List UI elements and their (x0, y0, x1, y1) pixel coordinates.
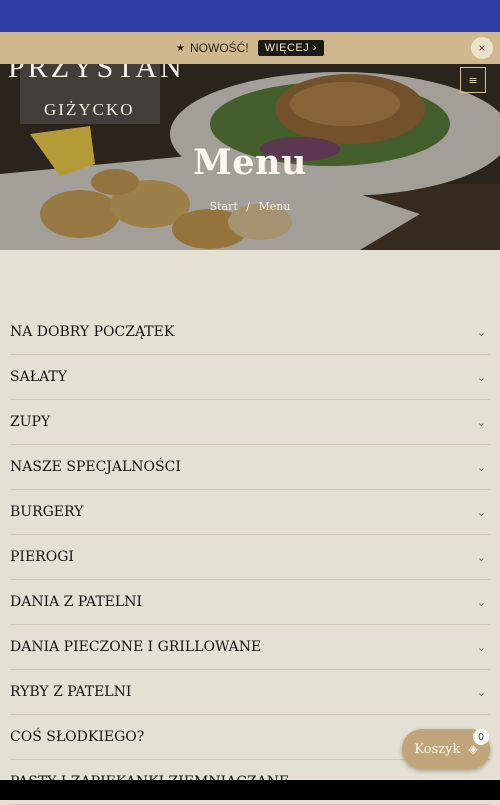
chevron-down-icon: ⌄ (476, 685, 486, 699)
arrow-right-icon: › (312, 42, 317, 54)
top-bar (0, 0, 500, 32)
menu-category-row[interactable]: RYBY Z PATELNI ⌄ (10, 670, 490, 715)
menu-category-label: BURGERY (10, 504, 84, 520)
menu-category-label: PIEROGI (10, 549, 74, 565)
menu-category-row[interactable]: DANIA PIECZONE I GRILLOWANE ⌄ (10, 625, 490, 670)
breadcrumb-start-link[interactable]: Start (210, 200, 238, 213)
menu-category-label: DANIA PIECZONE I GRILLOWANE (10, 639, 262, 655)
shopping-bag-icon: ◈ (468, 742, 478, 756)
cart-button[interactable]: Koszyk ◈ 0 (402, 729, 490, 769)
menu-category-label: SAŁATY (10, 369, 67, 385)
menu-category-row[interactable]: ZUPY ⌄ (10, 400, 490, 445)
menu-category-label: DANIA Z PATELNI (10, 594, 142, 610)
cart-label: Koszyk (414, 741, 461, 757)
close-icon: × (478, 41, 486, 55)
chevron-down-icon: ⌄ (476, 640, 486, 654)
star-icon: ★ (176, 42, 185, 54)
menu-category-row[interactable]: NA DOBRY POCZĄTEK ⌄ (10, 310, 490, 355)
chevron-down-icon: ⌄ (476, 415, 486, 429)
breadcrumb: Start / Menu (0, 200, 500, 213)
chevron-down-icon: ⌄ (476, 370, 486, 384)
menu-category-label: NASZE SPECJALNOŚCI (10, 459, 181, 475)
promo-more-button[interactable]: WIĘCEJ › (257, 40, 324, 56)
chevron-down-icon: ⌄ (476, 325, 486, 339)
breadcrumb-separator: / (246, 200, 250, 213)
menu-category-label: NA DOBRY POCZĄTEK (10, 324, 175, 340)
promo-bar: ★ NOWOŚĆ! WIĘCEJ › × (0, 32, 500, 64)
menu-category-row[interactable]: PIEROGI ⌄ (10, 535, 490, 580)
cart-count-badge: 0 (473, 729, 489, 745)
bottom-bar (0, 780, 500, 800)
menu-category-row[interactable]: DANIA Z PATELNI ⌄ (10, 580, 490, 625)
page-title: Menu (193, 142, 307, 183)
menu-category-label: ZUPY (10, 414, 51, 430)
menu-category-label: RYBY Z PATELNI (10, 684, 132, 700)
chevron-down-icon: ⌄ (476, 550, 486, 564)
logo-name[interactable]: PRZYSTAN (8, 64, 185, 85)
hero-banner: PRZYSTAN GIŻYCKO ≡ Menu Start / Menu (0, 64, 500, 250)
chevron-down-icon: ⌄ (476, 595, 486, 609)
close-promo-button[interactable]: × (471, 37, 493, 59)
breadcrumb-current: Menu (258, 200, 291, 213)
chevron-down-icon: ⌄ (476, 460, 486, 474)
menu-category-row[interactable]: BURGERY ⌄ (10, 490, 490, 535)
chevron-down-icon: ⌄ (476, 505, 486, 519)
menu-category-row[interactable]: SAŁATY ⌄ (10, 355, 490, 400)
hamburger-icon: ≡ (468, 73, 478, 87)
menu-category-label: COŚ SŁODKIEGO? (10, 729, 145, 745)
menu-category-row[interactable]: NASZE SPECJALNOŚCI ⌄ (10, 445, 490, 490)
promo-new-label: NOWOŚĆ! (190, 41, 249, 55)
logo-city[interactable]: GIŻYCKO (44, 100, 135, 120)
menu-toggle-button[interactable]: ≡ (460, 67, 486, 93)
promo-more-label: WIĘCEJ (264, 42, 310, 54)
